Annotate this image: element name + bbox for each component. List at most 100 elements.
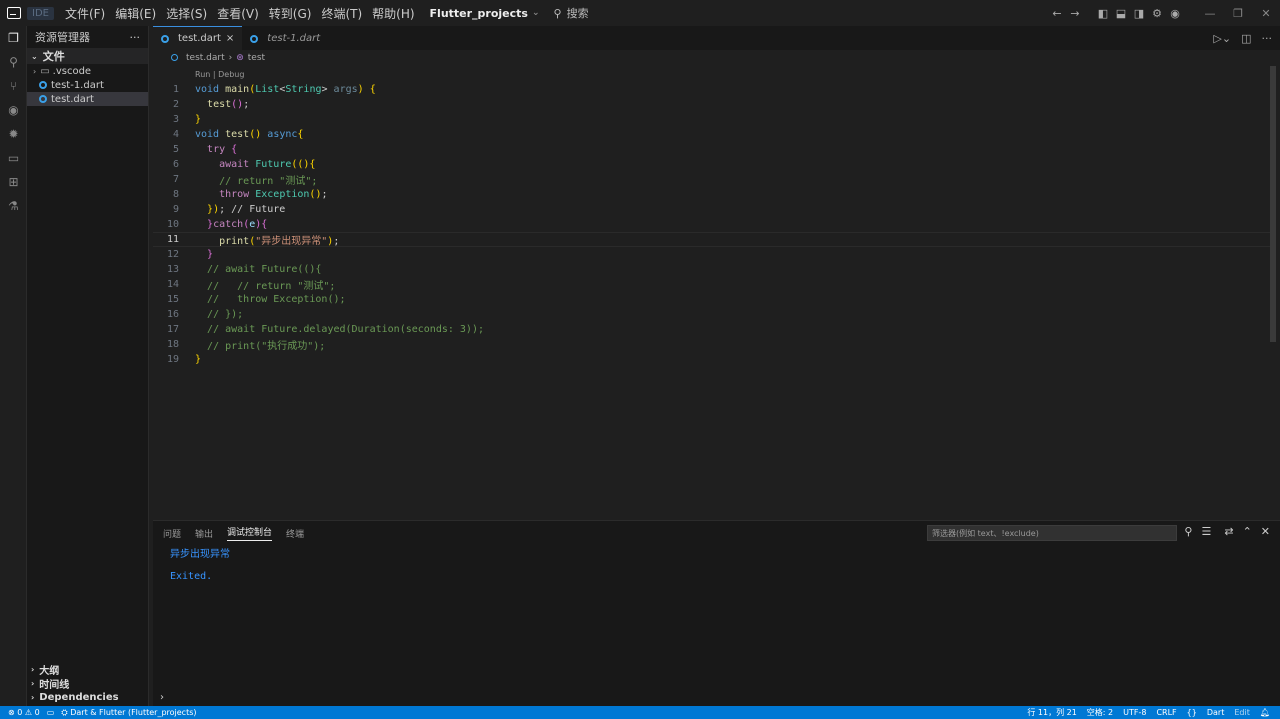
maximize-panel-icon[interactable]: ⌃ <box>1243 525 1252 538</box>
code-line: 16 // }); <box>153 307 1270 322</box>
search-icon[interactable]: ⚲ <box>1184 525 1192 538</box>
clear-console-icon[interactable]: ☰ <box>1201 525 1211 538</box>
breadcrumb-file[interactable]: test.dart <box>186 53 225 63</box>
tree-item-label: .vscode <box>52 65 92 77</box>
chevron-down-icon: ⌄ <box>531 8 540 18</box>
close-window-icon[interactable]: ✕ <box>1252 7 1280 20</box>
more-actions-icon[interactable]: ··· <box>1262 32 1273 45</box>
dependencies-section[interactable]: › Dependencies <box>27 690 149 704</box>
tab-output[interactable]: 输出 <box>195 527 213 540</box>
notifications-bell-icon[interactable]: 🔔︎ <box>1260 708 1270 717</box>
menu-terminal[interactable]: 终端(T) <box>316 5 367 22</box>
source-control-icon[interactable]: ⑂ <box>0 74 27 98</box>
chevron-right-icon: › <box>31 692 35 702</box>
chevron-right-icon: › <box>31 678 35 688</box>
toggle-panel-icon[interactable]: ⬓ <box>1112 7 1130 20</box>
code-line: 15 // throw Exception(); <box>153 292 1270 307</box>
edit-mode[interactable]: Edit <box>1234 708 1250 717</box>
codelens-run-debug[interactable]: Run | Debug <box>195 70 244 79</box>
line-number: 18 <box>166 339 179 350</box>
filter-input[interactable]: 筛选器(例如 text、!exclude) <box>927 525 1177 541</box>
debug-bug-icon[interactable]: ✹ <box>0 122 27 146</box>
account-icon[interactable]: ◉ <box>1166 7 1184 20</box>
braces-icon[interactable]: {} <box>1187 708 1197 717</box>
problems-indicator[interactable]: ⊗ 0 ⚠ 0 <box>8 708 40 717</box>
eye-icon[interactable]: ◉ <box>0 98 27 122</box>
debug-target[interactable]: ⛭ Dart & Flutter (Flutter_projects) <box>61 708 196 718</box>
code-line: 2 test(); <box>153 97 1270 112</box>
search-panel-icon[interactable]: ⚲ <box>0 50 27 74</box>
settings-gear-icon[interactable]: ⚙ <box>1148 7 1166 20</box>
chevron-down-icon: ⌄ <box>31 51 38 61</box>
code-line: 3} <box>153 112 1270 127</box>
maximize-icon[interactable]: ❐ <box>1224 7 1252 20</box>
code-line: 18 // print("执行成功"); <box>153 337 1270 352</box>
line-number: 4 <box>172 129 179 140</box>
breadcrumb-symbol[interactable]: test <box>248 53 265 63</box>
remote-monitor-icon[interactable]: ▭ <box>0 146 27 170</box>
split-editor-icon[interactable]: ◫ <box>1241 32 1251 45</box>
search-label: 搜索 <box>566 7 589 20</box>
ide-badge: IDE <box>27 6 54 20</box>
close-panel-icon[interactable]: ✕ <box>1261 525 1270 538</box>
code-line: 8 throw Exception(); <box>153 187 1270 202</box>
code-line: 4 void test() async{ <box>153 127 1270 142</box>
extensions-icon[interactable]: ⊞ <box>0 170 27 194</box>
chevron-right-icon: › <box>228 52 233 63</box>
tree-file-test[interactable]: test.dart <box>27 92 148 106</box>
menu-file[interactable]: 文件(F) <box>60 5 110 22</box>
indentation[interactable]: 空格: 2 <box>1087 707 1113 718</box>
encoding[interactable]: UTF-8 <box>1123 708 1146 717</box>
line-number: 11 <box>166 234 179 245</box>
toggle-sidebar-icon[interactable]: ◧ <box>1094 7 1112 20</box>
search-icon: ⚲ <box>553 6 562 20</box>
language-mode[interactable]: Dart <box>1207 708 1225 717</box>
tab-test-1-dart[interactable]: test-1.dart <box>242 26 329 50</box>
tree-item-label: test-1.dart <box>51 79 104 91</box>
console-prompt[interactable]: › <box>160 692 164 703</box>
outline-section[interactable]: › 大纲 <box>27 662 149 677</box>
code-line: 12 } <box>153 247 1270 262</box>
menu-go[interactable]: 转到(G) <box>264 5 317 22</box>
end-of-line[interactable]: CRLF <box>1156 708 1176 717</box>
cursor-position[interactable]: 行 11，列 21 <box>1027 707 1076 718</box>
close-tab-icon[interactable]: × <box>226 33 234 44</box>
workspace-root[interactable]: ⌄ 文件 <box>27 48 148 64</box>
activity-bar: ❐ ⚲ ⑂ ◉ ✹ ▭ ⊞ ⚗ <box>0 26 27 706</box>
back-arrow-icon[interactable]: ← <box>1048 7 1066 20</box>
menu-selection[interactable]: 选择(S) <box>161 5 212 22</box>
command-search[interactable]: ⚲ 搜索 <box>554 5 589 21</box>
project-switcher[interactable]: Flutter_projects ⌄ <box>430 7 540 20</box>
code-line: 7 // return "测试"; <box>153 172 1270 187</box>
editor-scrollbar[interactable] <box>1270 66 1276 342</box>
tree-file-test-1[interactable]: test-1.dart <box>27 78 148 92</box>
menu-help[interactable]: 帮助(H) <box>367 5 419 22</box>
debug-icon: ⛭ <box>61 707 68 717</box>
code-editor[interactable]: Run | Debug 1 void main(List<String> args… <box>153 66 1270 516</box>
forward-arrow-icon[interactable]: → <box>1066 7 1084 20</box>
code-line: 13 // await Future((){ <box>153 262 1270 277</box>
console-output-line: 异步出现异常 <box>170 549 230 560</box>
explorer-files-icon[interactable]: ❐ <box>0 26 27 50</box>
minimize-icon[interactable]: — <box>1196 7 1224 20</box>
line-number: 9 <box>172 204 179 215</box>
remote-icon[interactable]: ▭ <box>47 708 55 717</box>
menu-edit[interactable]: 编辑(E) <box>110 5 161 22</box>
run-icon[interactable]: ▷⌄ <box>1213 32 1231 45</box>
tab-debug-console[interactable]: 调试控制台 <box>227 525 273 541</box>
panel-settings-icon[interactable]: ⇄ <box>1224 525 1233 538</box>
timeline-section[interactable]: › 时间线 <box>27 676 149 691</box>
line-number: 1 <box>172 84 179 95</box>
code-line: 5 try { <box>153 142 1270 157</box>
menu-view[interactable]: 查看(V) <box>212 5 264 22</box>
line-number: 16 <box>166 309 179 320</box>
tab-problems[interactable]: 问题 <box>163 527 181 540</box>
tab-terminal[interactable]: 终端 <box>286 527 304 540</box>
toggle-secondary-sidebar-icon[interactable]: ◨ <box>1130 7 1148 20</box>
tab-test-dart[interactable]: test.dart × <box>153 26 243 50</box>
testing-flask-icon[interactable]: ⚗ <box>0 194 27 218</box>
filter-placeholder: 筛选器(例如 text、!exclude) <box>932 528 1039 538</box>
more-actions-icon[interactable]: ··· <box>130 31 141 44</box>
tree-folder-vscode[interactable]: › ▭ .vscode <box>27 64 148 78</box>
dependencies-label: Dependencies <box>39 691 119 703</box>
